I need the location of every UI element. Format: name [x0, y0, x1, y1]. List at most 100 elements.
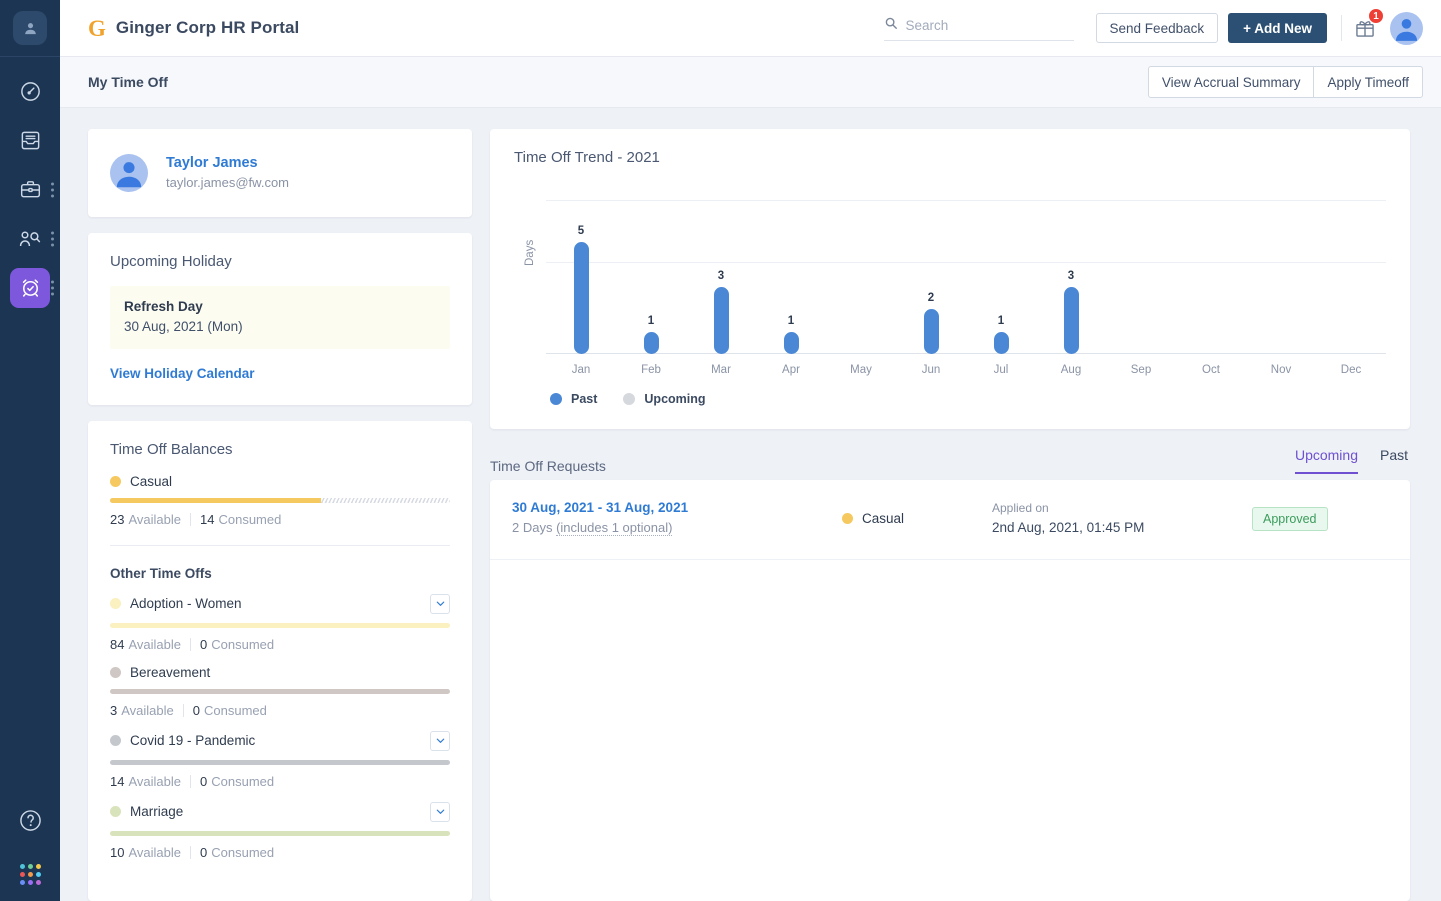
- balance-item-primary: Casual 23Available 14Consumed: [110, 474, 450, 527]
- request-date-range[interactable]: 30 Aug, 2021 - 31 Aug, 2021: [512, 498, 842, 518]
- balance-item: Covid 19 - Pandemic14Available0Consumed: [110, 731, 450, 789]
- tab-past[interactable]: Past: [1380, 447, 1408, 474]
- apply-timeoff-button[interactable]: Apply Timeoff: [1313, 66, 1423, 98]
- request-type-cell: Casual: [842, 511, 992, 526]
- brand[interactable]: G Ginger Corp HR Portal: [88, 17, 299, 40]
- chart-x-tick: Dec: [1316, 364, 1386, 376]
- chart-x-tick: Nov: [1246, 364, 1316, 376]
- chart-bar-column: [1176, 186, 1246, 354]
- sidebar-overflow-dots[interactable]: [51, 231, 54, 246]
- balance-stats: 3Available0Consumed: [110, 703, 450, 718]
- balance-expand-chevron-down-icon[interactable]: [430, 802, 450, 822]
- chart-x-tick: Feb: [616, 364, 686, 376]
- view-accrual-summary-button[interactable]: View Accrual Summary: [1148, 66, 1315, 98]
- chart-bar[interactable]: [644, 332, 659, 354]
- legend-label: Upcoming: [644, 392, 705, 406]
- chart-data-label: 3: [718, 270, 724, 282]
- page-actions: View Accrual Summary Apply Timeoff: [1149, 66, 1423, 98]
- sidebar-item-people[interactable]: [0, 214, 60, 263]
- stat-divider: [190, 638, 191, 651]
- balance-stats: 84Available0Consumed: [110, 637, 450, 652]
- gift-notification-badge: 1: [1368, 8, 1384, 24]
- rail-items: [0, 67, 60, 312]
- send-feedback-button[interactable]: Send Feedback: [1096, 13, 1219, 43]
- request-type-label: Casual: [862, 511, 904, 526]
- balance-color-dot: [110, 476, 121, 487]
- tab-upcoming[interactable]: Upcoming: [1295, 447, 1358, 474]
- balance-color-dot: [110, 735, 121, 746]
- profile-name[interactable]: Taylor James: [166, 154, 289, 174]
- search-box[interactable]: [884, 16, 1074, 41]
- sidebar-item-jobs[interactable]: [0, 165, 60, 214]
- balance-expand-chevron-down-icon[interactable]: [430, 594, 450, 614]
- avatar: [110, 154, 148, 192]
- balance-consumed-value: 0: [200, 637, 207, 652]
- upcoming-holiday-title: Upcoming Holiday: [110, 253, 450, 270]
- brand-name: Ginger Corp HR Portal: [116, 18, 299, 38]
- apps-grid-icon[interactable]: [20, 864, 41, 885]
- balance-available-label: Available: [128, 774, 181, 789]
- view-holiday-calendar-link[interactable]: View Holiday Calendar: [110, 366, 255, 381]
- page-bar: My Time Off View Accrual Summary Apply T…: [60, 57, 1441, 108]
- balance-stats: 10Available0Consumed: [110, 845, 450, 860]
- chart-bar-column: [826, 186, 896, 354]
- sidebar-overflow-dots[interactable]: [51, 182, 54, 197]
- chart-x-tick: Jan: [546, 364, 616, 376]
- balance-available-value: 10: [110, 845, 124, 860]
- balance-available-value: 84: [110, 637, 124, 652]
- request-dates-cell: 30 Aug, 2021 - 31 Aug, 20212 Days (inclu…: [512, 498, 842, 539]
- rail-top-profile[interactable]: [0, 0, 60, 57]
- status-badge: Approved: [1252, 507, 1328, 531]
- help-circle-icon[interactable]: [18, 808, 43, 838]
- requests-rows: 30 Aug, 2021 - 31 Aug, 20212 Days (inclu…: [490, 480, 1410, 560]
- holiday-name: Refresh Day: [124, 297, 436, 317]
- balance-item: Marriage10Available0Consumed: [110, 802, 450, 860]
- sidebar-overflow-dots[interactable]: [51, 280, 54, 295]
- balance-progress-fill: [110, 831, 450, 836]
- app-root: G Ginger Corp HR Portal Send Feedback + …: [0, 0, 1441, 901]
- balance-item: Adoption - Women 84Available0Consumed: [110, 594, 450, 652]
- chart-bar[interactable]: [574, 242, 589, 354]
- chart-bar-column: 1: [966, 186, 1036, 354]
- request-duration-note: (includes 1 optional): [556, 520, 672, 536]
- sidebar-item-dashboard[interactable]: [0, 67, 60, 116]
- chart-bars: 5131213: [546, 186, 1386, 354]
- balance-expand-chevron-down-icon[interactable]: [430, 731, 450, 751]
- chart-data-label: 3: [1068, 270, 1074, 282]
- gift-icon[interactable]: 1: [1354, 17, 1376, 39]
- chart-data-label: 1: [648, 315, 654, 327]
- chart-legend-item[interactable]: Upcoming: [623, 392, 705, 406]
- left-column: Taylor James taylor.james@fw.com Upcomin…: [88, 129, 472, 901]
- balance-label: Bereavement: [130, 665, 210, 680]
- chart-bar[interactable]: [714, 287, 729, 354]
- chart-bar-column: [1316, 186, 1386, 354]
- inbox-tray-icon: [10, 121, 50, 161]
- chart-y-axis-label: Days: [524, 240, 536, 266]
- balance-progress-fill: [110, 498, 321, 503]
- sidebar-item-time-off[interactable]: [0, 263, 60, 312]
- chart-bar[interactable]: [924, 309, 939, 354]
- balance-label: Adoption - Women: [130, 596, 242, 611]
- people-search-icon: [10, 219, 50, 259]
- balances-divider: [110, 545, 450, 546]
- request-applied-on-label: Applied on: [992, 499, 1252, 518]
- table-row[interactable]: 30 Aug, 2021 - 31 Aug, 20212 Days (inclu…: [490, 480, 1410, 560]
- rail-avatar-icon[interactable]: [13, 11, 47, 45]
- avatar[interactable]: [1390, 12, 1423, 45]
- balance-progress-fill: [110, 689, 450, 694]
- chart-bar[interactable]: [994, 332, 1009, 354]
- search-input[interactable]: [906, 18, 1074, 33]
- chart-legend-item[interactable]: Past: [550, 392, 597, 406]
- requests-tabs: Upcoming Past: [1295, 447, 1408, 474]
- request-status-cell: Approved: [1252, 507, 1328, 531]
- rail-bottom: [0, 808, 60, 885]
- add-new-button[interactable]: + Add New: [1228, 13, 1327, 43]
- chart-x-tick: Jul: [966, 364, 1036, 376]
- balance-available-label: Available: [128, 845, 181, 860]
- chart-bar-column: 5: [546, 186, 616, 354]
- chart-bar[interactable]: [784, 332, 799, 354]
- sidebar-item-inbox[interactable]: [0, 116, 60, 165]
- chart-x-tick: Aug: [1036, 364, 1106, 376]
- chart-bar[interactable]: [1064, 287, 1079, 354]
- chart-data-label: 1: [788, 315, 794, 327]
